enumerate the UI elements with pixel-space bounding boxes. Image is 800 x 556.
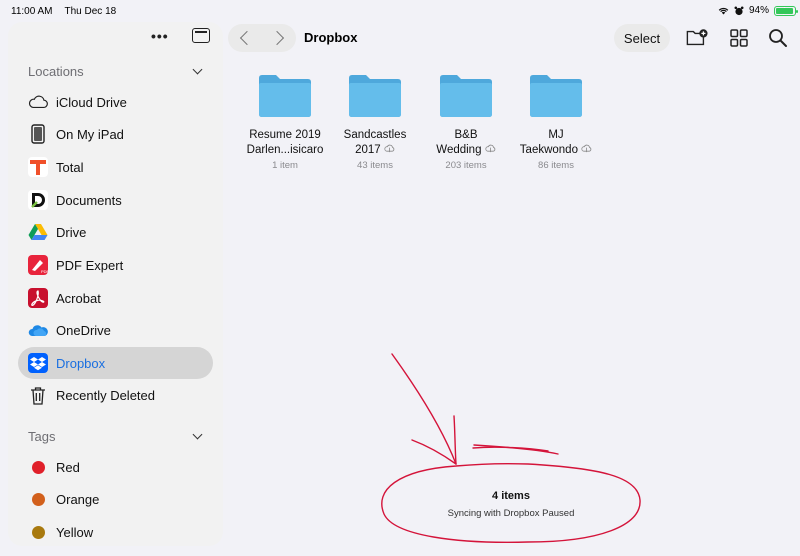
sidebar-item-label: Recently Deleted [56,387,155,403]
chevron-down-icon[interactable] [192,64,203,75]
total-app-icon [28,157,48,177]
folder-name: MJ Taekwondo [511,128,601,158]
folder-icon [530,75,582,117]
sidebar-item-label: Drive [56,224,87,240]
sidebar-item-recently-deleted[interactable]: Recently Deleted [18,379,213,411]
search-icon[interactable] [767,28,789,48]
wifi-icon [718,7,729,15]
acrobat-icon [28,288,48,308]
sidebar-item-documents[interactable]: Documents [18,184,213,216]
page-title: Dropbox [304,30,358,45]
folder-name: Resume 2019 Darlen...isicaro [246,129,324,156]
sidebar: ••• Locations iCloud Drive On My iPad To… [8,22,223,546]
folder-item-count: 203 items [445,160,487,171]
battery-percent: 94% [748,5,769,16]
select-button[interactable]: Select [614,24,670,52]
battery-icon [774,5,798,16]
cloud-download-icon [485,144,495,153]
onedrive-icon [28,320,48,340]
hand-drawn-annotation [381,353,641,543]
sidebar-item-icloud-drive[interactable]: iCloud Drive [18,86,213,118]
tag-orange-dot-icon [31,492,45,506]
sidebar-item-label: PDF Expert [56,257,124,273]
folder-icon [349,75,401,117]
navigation-buttons [228,24,296,52]
sidebar-item-label: OneDrive [56,322,111,338]
sidebar-item-label: Acrobat [56,290,101,306]
trash-icon [28,385,48,405]
tags-header-label: Tags [28,429,56,444]
sidebar-item-label: Documents [56,192,122,208]
sidebar-item-tag-orange[interactable]: Orange [18,483,213,515]
sidebar-item-total[interactable]: Total [18,151,213,183]
back-chevron-icon[interactable] [239,30,255,46]
alarm-icon [734,6,744,15]
item-count-label: 4 items [492,490,530,502]
sidebar-item-label: Yellow [56,524,94,540]
tag-yellow-dot-icon [31,525,45,539]
folder-icon [259,75,311,117]
sidebar-item-label: On My iPad [56,126,124,142]
status-bar: 11:00 AM Thu Dec 18 94% [0,0,800,22]
tags-header[interactable]: Tags [8,427,223,447]
documents-app-icon [28,190,48,210]
sidebar-item-on-my-ipad[interactable]: On My iPad [18,118,213,150]
sync-status-label: Syncing with Dropbox Paused [447,508,575,519]
grid-view-icon[interactable] [728,28,750,48]
sidebar-item-label: Total [56,159,84,175]
toolbar: Dropbox Select [228,22,800,54]
folder-item-count: 43 items [357,160,393,171]
forward-chevron-icon[interactable] [269,30,285,46]
google-drive-icon [28,222,48,242]
locations-header[interactable]: Locations [8,62,223,82]
sidebar-item-dropbox[interactable]: Dropbox [18,347,213,379]
sidebar-top: ••• [8,22,223,54]
svg-text:PDF: PDF [41,269,48,274]
cloud-download-icon [581,144,592,153]
folder-icon [440,75,492,117]
cloud-download-icon [384,144,395,153]
folder-name: B&B Wedding [421,128,511,158]
chevron-down-icon[interactable] [192,429,203,440]
sidebar-item-pdf-expert[interactable]: PDF PDF Expert [18,249,213,281]
dropbox-icon [28,353,48,373]
folder-item-count: 86 items [538,160,574,171]
locations-header-label: Locations [28,64,84,79]
sidebar-item-label: Orange [56,491,100,507]
sidebar-item-label: iCloud Drive [56,94,127,110]
more-options-icon[interactable]: ••• [151,28,169,44]
tag-red-dot-icon [31,460,45,474]
ipad-icon [28,124,48,144]
status-time: 11:00 AM [11,6,53,17]
new-folder-icon[interactable] [686,28,708,48]
folder-status-footer: 4 items Syncing with Dropbox Paused [400,490,622,519]
sidebar-item-drive[interactable]: Drive [18,216,213,248]
pdf-expert-icon: PDF [28,255,48,275]
sidebar-item-label: Dropbox [56,355,106,371]
sidebar-item-tag-red[interactable]: Red [18,451,213,483]
cloud-icon [28,92,48,112]
sidebar-item-label: Red [56,459,80,475]
sidebar-toggle-icon[interactable] [192,28,210,43]
sidebar-item-onedrive[interactable]: OneDrive [18,314,213,346]
folder-item-count: 1 item [272,160,298,171]
sidebar-item-tag-yellow[interactable]: Yellow [18,516,213,546]
status-date: Thu Dec 18 [64,6,117,17]
folder-name: Sandcastles 2017 [343,129,407,156]
sidebar-item-acrobat[interactable]: Acrobat [18,282,213,314]
